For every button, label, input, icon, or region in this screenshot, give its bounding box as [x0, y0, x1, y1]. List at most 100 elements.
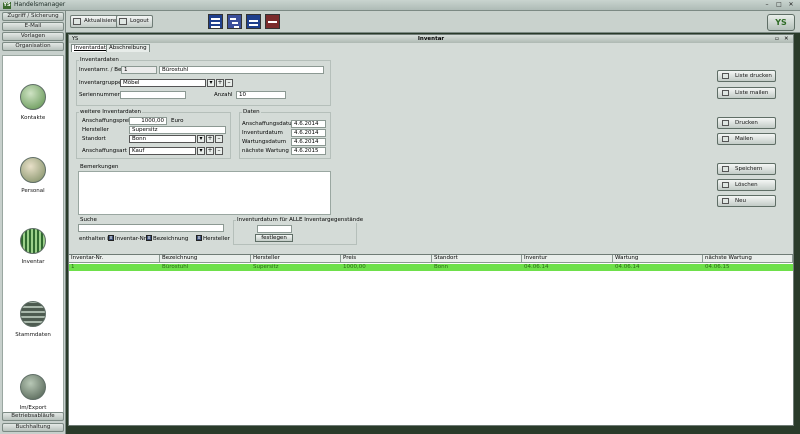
acquisition-date-field[interactable]: 4.6.2014 [291, 120, 326, 128]
count-field[interactable]: 10 [236, 91, 286, 99]
checkbox-manufacturer[interactable]: x [196, 235, 202, 241]
chevron-down-icon[interactable]: ▾ [197, 147, 205, 155]
acquisition-type-select[interactable]: Kauf [129, 147, 196, 155]
mail-button[interactable]: Mailen [717, 133, 776, 145]
nav-email-button[interactable]: E-Mail [2, 22, 64, 31]
column-header[interactable]: Wartung [613, 255, 703, 263]
tab-depreciation[interactable]: Abschreibung [106, 44, 150, 52]
table-cell: 1 [71, 264, 75, 270]
inventory-name-field[interactable]: Bürostuhl [159, 66, 324, 74]
group-label: weitere Inventardaten [79, 109, 143, 115]
window-title-bar: YS Handelsmanager – □ ✕ [0, 0, 800, 11]
print-label: Drucken [735, 120, 758, 126]
option-description: Bezeichnung [153, 236, 189, 242]
inventory-date-all-group [233, 220, 357, 245]
inventory-number-field[interactable]: 1 [121, 66, 157, 74]
add-acquisition-type-icon[interactable]: + [206, 147, 214, 155]
delete-icon [722, 182, 729, 188]
sidebar: Zugriff / Sicherung E-Mail Vorlagen Orga… [0, 11, 66, 434]
table-cell: 04.06.14 [615, 264, 640, 270]
module-label: Im/Export [19, 405, 47, 411]
module-personal[interactable]: Personal [3, 157, 63, 194]
serial-number-field[interactable] [120, 91, 186, 99]
price-label: Anschaffungspreis [82, 118, 133, 124]
inventory-date-all-label: Inventurdatum für ALLE Inventargegenstän… [236, 217, 365, 223]
print-list-button[interactable]: Liste drucken [717, 70, 776, 82]
print-button[interactable]: Drucken [717, 117, 776, 129]
search-label: Suche [79, 217, 98, 223]
contacts-icon [20, 84, 46, 110]
column-header[interactable]: Inventur [522, 255, 613, 263]
set-inventory-date-button[interactable]: festlegen [255, 234, 293, 242]
next-maintenance-field[interactable]: 4.6.2015 [291, 147, 326, 155]
remove-acquisition-type-icon[interactable]: – [215, 147, 223, 155]
minimize-icon[interactable]: – [762, 1, 772, 9]
inventory-window-title-bar: YS Inventar ▫ ✕ [69, 35, 793, 43]
module-contacts[interactable]: Kontakte [3, 84, 63, 121]
maintenance-date-field[interactable]: 4.6.2014 [291, 138, 326, 146]
module-label: Kontakte [20, 115, 46, 121]
add-location-icon[interactable]: + [206, 135, 214, 143]
close-all-windows-icon[interactable] [265, 14, 280, 29]
save-button[interactable]: Speichern [717, 163, 776, 175]
remove-location-icon[interactable]: – [215, 135, 223, 143]
manufacturer-field[interactable]: Supersitz [129, 126, 226, 134]
column-header[interactable]: Inventar-Nr. [69, 255, 160, 263]
mail-icon [722, 136, 729, 142]
column-header[interactable]: Preis [341, 255, 432, 263]
refresh-label: Aktualisieren [84, 18, 120, 24]
table-cell: Bürostuhl [162, 264, 189, 270]
remarks-textarea[interactable] [78, 171, 331, 215]
maximize-icon[interactable]: □ [774, 1, 784, 9]
serial-number-label: Seriennummer [79, 92, 120, 98]
chevron-down-icon[interactable]: ▾ [197, 135, 205, 143]
add-group-icon[interactable]: + [216, 79, 224, 87]
checkbox-description[interactable]: x [146, 235, 152, 241]
table-cell: 04.06.14 [524, 264, 549, 270]
nav-organisation-button[interactable]: Organisation [2, 42, 64, 51]
column-header[interactable]: Hersteller [251, 255, 341, 263]
close-icon[interactable]: ✕ [784, 35, 789, 43]
option-manufacturer: Hersteller [203, 236, 230, 242]
column-header[interactable]: Bezeichnung [160, 255, 251, 263]
manufacturer-label: Hersteller [82, 127, 109, 133]
acquisition-type-label: Anschaffungsart [82, 148, 127, 154]
count-label: Anzahl [214, 92, 233, 98]
inventory-window: YS Inventar ▫ ✕ Inventardaten Abschreibu… [68, 34, 794, 426]
inventory-date-all-field[interactable] [257, 225, 292, 233]
mail-list-label: Liste mailen [735, 90, 769, 96]
delete-button[interactable]: Löschen [717, 179, 776, 191]
logout-button[interactable]: Logout [116, 15, 153, 28]
mail-list-button[interactable]: Liste mailen [717, 87, 776, 99]
checkbox-inventory-nr[interactable]: x [108, 235, 114, 241]
minimize-icon[interactable]: ▫ [775, 35, 779, 43]
close-icon[interactable]: ✕ [786, 1, 796, 9]
module-inventory[interactable]: Inventar [3, 228, 63, 265]
price-field[interactable]: 1000,00 [129, 117, 167, 125]
remove-group-icon[interactable]: – [225, 79, 233, 87]
module-master-data[interactable]: Stammdaten [3, 301, 63, 338]
module-label: Inventar [21, 259, 45, 265]
option-inventory-nr: Inventar-Nr. [115, 236, 148, 242]
column-header[interactable]: Standort [432, 255, 522, 263]
location-select[interactable]: Bonn [129, 135, 196, 143]
nav-access-backup-button[interactable]: Zugriff / Sicherung [2, 12, 64, 21]
nav-operations-button[interactable]: Betriebsabläufe [2, 412, 64, 421]
inventory-date-field[interactable]: 4.6.2014 [291, 129, 326, 137]
chevron-down-icon[interactable]: ▾ [207, 79, 215, 87]
search-input[interactable] [78, 224, 224, 232]
new-button[interactable]: Neu [717, 195, 776, 207]
layout-split-icon[interactable] [246, 14, 261, 29]
module-panel: Kontakte Personal Inventar Stammdaten Im… [2, 55, 64, 420]
nav-accounting-button[interactable]: Buchhaltung [2, 423, 64, 432]
column-header[interactable]: nächste Wartung [703, 255, 793, 263]
app-logo-icon: YS [3, 2, 11, 9]
layout-rows-icon[interactable] [208, 14, 223, 29]
location-label: Standort [82, 136, 106, 142]
inventory-group-select[interactable]: Möbel [120, 79, 206, 87]
nav-templates-button[interactable]: Vorlagen [2, 32, 64, 41]
module-import-export[interactable]: Im/Export [3, 374, 63, 411]
export-icon [20, 374, 46, 400]
layout-cascade-icon[interactable] [227, 14, 242, 29]
logout-label: Logout [130, 18, 149, 24]
